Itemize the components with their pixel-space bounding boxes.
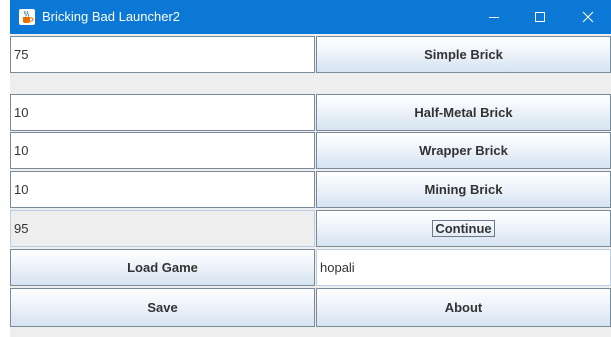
- simple-brick-button[interactable]: Simple Brick: [316, 36, 611, 73]
- about-button[interactable]: About: [316, 288, 611, 327]
- mining-brick-button[interactable]: Mining Brick: [316, 171, 611, 208]
- half-metal-brick-count-field[interactable]: 10: [10, 94, 315, 131]
- launcher-window: Bricking Bad Launcher2 75 Simple Brick 1…: [10, 0, 611, 337]
- title-bar[interactable]: Bricking Bad Launcher2: [10, 0, 611, 34]
- half-metal-brick-button[interactable]: Half-Metal Brick: [316, 94, 611, 131]
- java-cup-icon: [19, 9, 35, 25]
- window-title: Bricking Bad Launcher2: [42, 9, 181, 24]
- close-icon[interactable]: [565, 0, 611, 34]
- load-game-button[interactable]: Load Game: [10, 249, 315, 286]
- simple-brick-count-field[interactable]: 75: [10, 36, 315, 73]
- total-bricks-field: 95: [10, 210, 315, 247]
- continue-button[interactable]: Continue: [316, 210, 611, 247]
- maximize-icon[interactable]: [517, 0, 563, 34]
- continue-button-label: Continue: [432, 220, 495, 237]
- save-button[interactable]: Save: [10, 288, 315, 327]
- wrapper-brick-count-field[interactable]: 10: [10, 132, 315, 169]
- wrapper-brick-button[interactable]: Wrapper Brick: [316, 132, 611, 169]
- content-panel: 75 Simple Brick 10 Half-Metal Brick 10 W…: [10, 34, 611, 337]
- mining-brick-count-field[interactable]: 10: [10, 171, 315, 208]
- player-name-field[interactable]: hopali: [316, 249, 611, 286]
- minimize-icon[interactable]: [471, 0, 517, 34]
